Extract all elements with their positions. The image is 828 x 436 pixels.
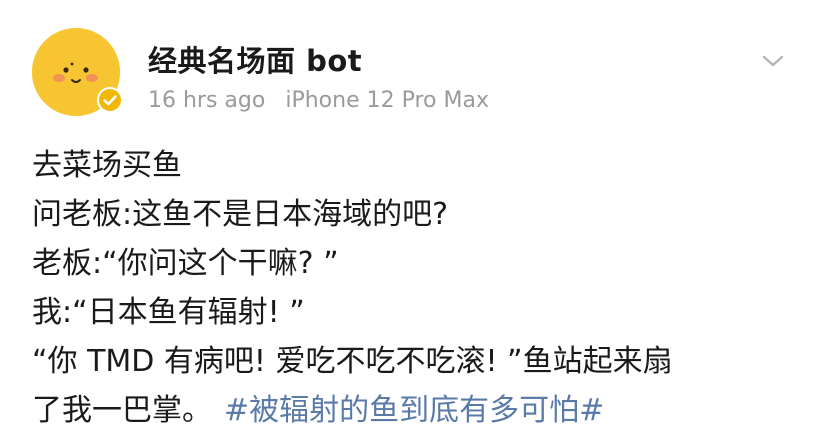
weibo-post: 经典名场面 bot 16 hrs ago iPhone 12 Pro Max 去菜…: [0, 0, 828, 436]
post-time: 16 hrs ago: [148, 88, 266, 113]
post-device: iPhone 12 Pro Max: [285, 88, 489, 113]
post-line: 问老板:这鱼不是日本海域的吧?: [32, 197, 449, 232]
chevron-down-icon[interactable]: [758, 50, 788, 72]
post-line: 去菜场买鱼: [32, 148, 182, 183]
post-line: “你 TMD 有病吧! 爱吃不吃不吃滚! ”鱼站起来扇: [32, 344, 673, 379]
author-name[interactable]: 经典名场面 bot: [148, 38, 362, 80]
post-meta: 16 hrs ago iPhone 12 Pro Max: [148, 88, 489, 113]
post-line: 老板:“你问这个干嘛? ”: [32, 246, 339, 281]
post-line: 我:“日本鱼有辐射! ”: [32, 295, 305, 330]
verified-badge-icon: [96, 86, 124, 114]
post-line-text: 了我一巴掌。: [32, 393, 212, 428]
post-line-last: 了我一巴掌。 #被辐射的鱼到底有多可怕#: [32, 386, 812, 435]
hashtag-link[interactable]: #被辐射的鱼到底有多可怕#: [224, 393, 604, 428]
post-content: 去菜场买鱼 问老板:这鱼不是日本海域的吧? 老板:“你问这个干嘛? ” 我:“日…: [32, 141, 812, 435]
